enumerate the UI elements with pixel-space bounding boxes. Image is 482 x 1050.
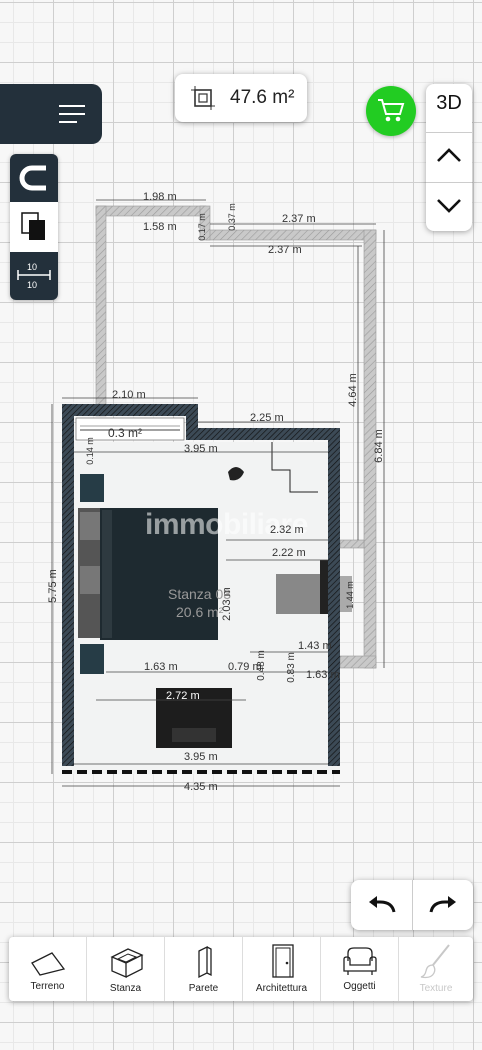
undo-button[interactable]: [351, 880, 412, 930]
dim-top-right-width: 2.37 m: [282, 213, 316, 225]
dim-left-bottom-a: 1.63 m: [144, 661, 178, 673]
dim-right-outer-height: 6.84 m: [372, 429, 385, 463]
dim-top-left-width: 1.98 m: [143, 191, 177, 203]
toolbar-texture: Texture: [399, 937, 473, 1003]
area-value: 47.6 m²: [230, 87, 295, 108]
dim-desk-width: 2.72 m: [166, 690, 200, 702]
layers-button[interactable]: [10, 202, 58, 252]
toolbar-stanza-label: Stanza: [109, 983, 142, 994]
dim-window-small-b: 1.44 m: [344, 581, 355, 609]
door-icon: [267, 943, 297, 979]
toolbar-architettura-label: Architettura: [255, 983, 308, 994]
toolbar-architettura[interactable]: Architettura: [243, 937, 320, 1003]
dim-room-top-inner: 3.95 m: [184, 443, 218, 455]
dim-bed-right-b: 2.22 m: [272, 547, 306, 559]
dim-step-right-b: 1.63 m: [306, 669, 340, 681]
main-room: [62, 404, 340, 774]
dim-step-right: 1.43 m: [298, 640, 332, 652]
dim-small-c: 0.83 m: [285, 652, 297, 683]
bottom-toolbar: Terreno Stanza Parete Architettura Ogget…: [9, 937, 473, 1001]
dim-room-bottom-inner: 3.95 m: [184, 751, 218, 763]
dim-top-left-inner: 1.58 m: [143, 221, 177, 233]
layers-icon: [21, 212, 47, 242]
magnet-button[interactable]: [10, 154, 58, 202]
cart-button[interactable]: [366, 86, 416, 136]
scale-button[interactable]: 10 10: [10, 252, 58, 300]
dim-lower-mid-width: 2.25 m: [250, 412, 284, 424]
undo-redo-panel: [351, 880, 473, 930]
toolbar-parete[interactable]: Parete: [165, 937, 242, 1003]
menu-button[interactable]: [0, 84, 102, 144]
dim-small-vertical-b: 0.37 m: [226, 203, 237, 231]
area-indicator: 47.6 m²: [175, 74, 307, 122]
redo-icon: [429, 896, 457, 914]
dim-room-left-height: 5.75 m: [46, 569, 59, 603]
toolbar-terreno-label: Terreno: [30, 981, 65, 992]
menu-icon: [59, 103, 87, 125]
undo-icon: [368, 896, 396, 914]
watermark: immobiliare: [145, 508, 308, 541]
armchair-icon: [340, 945, 380, 977]
dim-bed-right-a: 2.32 m: [270, 524, 304, 536]
svg-text:10: 10: [27, 280, 37, 290]
toolbar-parete-label: Parete: [188, 983, 219, 994]
view-3d-button[interactable]: 3D: [426, 92, 472, 115]
toolbar-oggetti-label: Oggetti: [343, 981, 376, 992]
magnet-icon: [18, 162, 50, 194]
chevron-down-icon[interactable]: [436, 197, 462, 215]
room-name: Stanza 03: [168, 586, 232, 602]
area-icon: [191, 86, 215, 110]
furniture: [78, 467, 352, 748]
dim-left-bottom-b: 0.79 m: [228, 661, 262, 673]
brush-icon: [419, 943, 453, 979]
toolbar-terreno[interactable]: Terreno: [9, 937, 86, 1003]
dim-lower-left-width: 2.10 m: [112, 389, 146, 401]
dim-small-vertical-a: 0.17 m: [196, 213, 207, 241]
svg-text:10: 10: [27, 262, 37, 272]
terrain-icon: [30, 949, 66, 977]
wall-icon: [189, 943, 219, 979]
dim-top-right-inner: 2.37 m: [268, 244, 302, 256]
dimension-lines: [51, 199, 385, 787]
cart-icon: [377, 98, 405, 124]
chevron-up-icon[interactable]: [436, 146, 462, 164]
dim-window-small-a: 0.48 m: [255, 650, 267, 681]
small-area: 0.3 m²: [108, 426, 143, 440]
dim-left-small: 0.14 m: [84, 437, 95, 465]
upper-walls: [95, 205, 377, 669]
dim-room-outer-width: 4.35 m: [184, 781, 218, 793]
redo-button[interactable]: [413, 880, 473, 930]
toolbar-oggetti[interactable]: Oggetti: [321, 937, 398, 1003]
toolbar-texture-label: Texture: [419, 983, 453, 994]
dim-vertical-mid: 2.03 m: [220, 587, 233, 621]
view-control-panel: 3D: [426, 84, 472, 231]
room-icon: [108, 945, 144, 979]
room-area: 20.6 m²: [176, 604, 224, 620]
tools-panel: 10 10: [10, 154, 58, 300]
toolbar-stanza[interactable]: Stanza: [87, 937, 164, 1003]
dim-right-inner-height: 4.64 m: [346, 373, 359, 407]
scale-icon: 10 10: [16, 260, 52, 292]
